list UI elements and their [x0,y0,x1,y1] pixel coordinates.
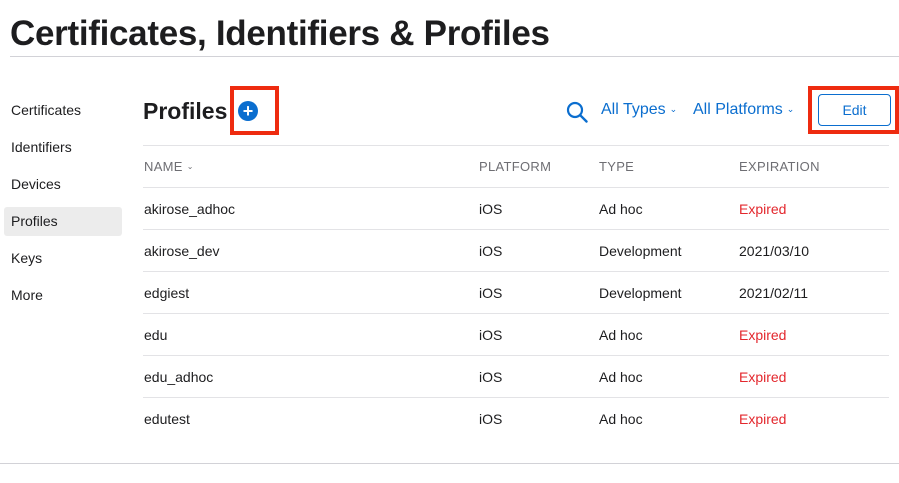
sidebar-item-identifiers[interactable]: Identifiers [4,133,122,162]
profile-platform: iOS [479,201,503,217]
column-header-name-label: NAME [144,159,183,174]
profile-type: Ad hoc [599,411,643,427]
profile-platform: iOS [479,411,503,427]
chevron-down-icon: ⌄ [669,104,678,114]
table-row[interactable]: akirose_dev iOS Development 2021/03/10 [143,229,889,271]
platform-filter-label: All Platforms [693,101,783,118]
platform-filter-dropdown[interactable]: All Platforms ⌄ [693,101,794,119]
profile-name: akirose_dev [144,243,220,259]
profile-expiration: Expired [739,327,787,343]
sidebar: Certificates Identifiers Devices Profile… [0,96,130,318]
type-filter-label: All Types [601,101,666,118]
edit-button[interactable]: Edit [818,94,891,126]
profile-expiration: 2021/03/10 [739,243,810,259]
profile-name: edutest [144,411,190,427]
profile-platform: iOS [479,285,503,301]
profile-platform: iOS [479,243,503,259]
section-title: Profiles [143,98,228,124]
profile-name: edu [144,327,168,343]
title-divider [10,56,899,57]
profile-type: Development [599,243,682,259]
profile-expiration: Expired [739,411,787,427]
table-row[interactable]: edu_adhoc iOS Ad hoc Expired [143,355,889,397]
chevron-down-icon: ⌄ [786,104,795,114]
sidebar-item-keys[interactable]: Keys [4,244,122,273]
profile-platform: iOS [479,369,503,385]
profile-type: Ad hoc [599,369,643,385]
plus-circle-icon: + [242,101,254,121]
profile-platform: iOS [479,327,503,343]
profile-type: Ad hoc [599,327,643,343]
column-header-name[interactable]: NAME ⌄ [144,146,194,188]
page-title: Certificates, Identifiers & Profiles [10,14,550,53]
table-header-row: NAME ⌄ PLATFORM TYPE EXPIRATION [143,145,889,187]
table-row[interactable]: edutest iOS Ad hoc Expired [143,397,889,439]
type-filter-dropdown[interactable]: All Types ⌄ [601,101,677,119]
add-profile-button[interactable]: + [238,101,258,121]
profile-name: edgiest [144,285,190,301]
profile-type: Ad hoc [599,201,643,217]
profile-name: akirose_adhoc [144,201,236,217]
bottom-divider [0,463,899,464]
profile-expiration: Expired [739,369,787,385]
sidebar-item-certificates[interactable]: Certificates [4,96,122,125]
chevron-down-icon: ⌄ [186,162,194,171]
table-row[interactable]: edu iOS Ad hoc Expired [143,313,889,355]
sidebar-item-more[interactable]: More [4,281,122,310]
profiles-table: NAME ⌄ PLATFORM TYPE EXPIRATION akirose_a… [143,145,889,439]
column-header-expiration: EXPIRATION [739,159,820,174]
sidebar-item-profiles[interactable]: Profiles [4,207,122,236]
profile-name: edu_adhoc [144,369,214,385]
table-row[interactable]: akirose_adhoc iOS Ad hoc Expired [143,187,889,229]
column-header-type: TYPE [599,159,635,174]
profile-expiration: Expired [739,201,787,217]
profile-expiration: 2021/02/11 [739,285,809,301]
profile-type: Development [599,285,682,301]
sidebar-item-devices[interactable]: Devices [4,170,122,199]
table-row[interactable]: edgiest iOS Development 2021/02/11 [143,271,889,313]
column-header-platform: PLATFORM [479,159,552,174]
search-icon[interactable] [566,101,588,123]
